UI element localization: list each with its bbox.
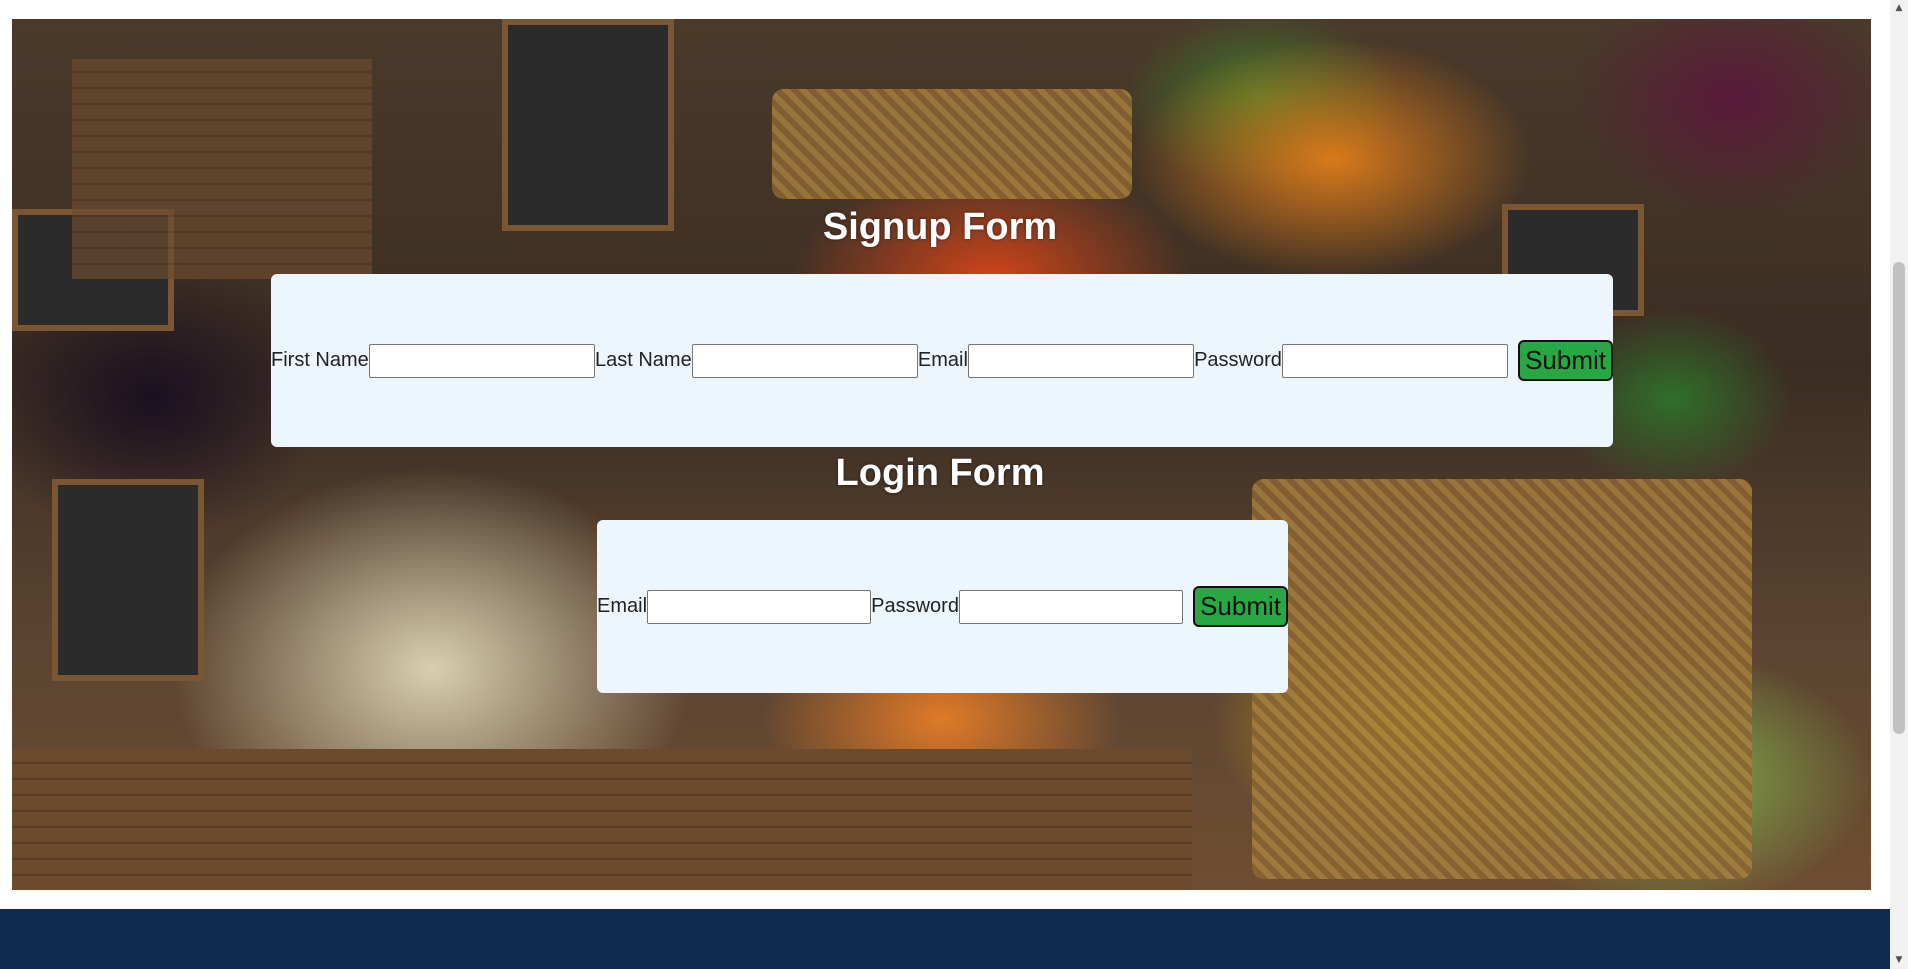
- chalkboard-sign-fresh-fruit: [502, 19, 674, 231]
- scroll-up-arrow-icon[interactable]: ▲: [1890, 0, 1908, 17]
- signup-email-label: Email: [917, 349, 968, 371]
- basket-left: [772, 89, 1132, 199]
- login-submit-button[interactable]: Submit: [1193, 586, 1288, 627]
- page: Signup Form First Name Last Name Email P…: [0, 0, 1890, 969]
- signup-form-title: Signup Form: [822, 206, 1058, 248]
- footer: [0, 909, 1890, 969]
- last-name-input[interactable]: [691, 343, 918, 378]
- last-name-label: Last Name: [594, 349, 692, 371]
- chalkboard-sign-carrots: [52, 479, 204, 681]
- first-name-input[interactable]: [368, 343, 595, 378]
- login-form: Email Password Submit: [597, 520, 1288, 693]
- signup-submit-button[interactable]: Submit: [1518, 340, 1614, 381]
- signup-password-label: Password: [1194, 349, 1282, 371]
- signup-password-input[interactable]: [1281, 343, 1509, 378]
- signup-email-input[interactable]: [967, 343, 1195, 378]
- crate-top-left: [72, 59, 372, 279]
- login-password-label: Password: [871, 595, 959, 617]
- login-email-label: Email: [597, 595, 648, 617]
- crate-left: [12, 749, 1192, 890]
- scroll-thumb[interactable]: [1893, 262, 1905, 734]
- login-form-title: Login Form: [835, 452, 1045, 494]
- basket-right: [1252, 479, 1752, 879]
- scroll-down-arrow-icon[interactable]: ▼: [1890, 952, 1908, 969]
- login-password-input[interactable]: [958, 589, 1184, 624]
- login-email-input[interactable]: [647, 589, 872, 624]
- first-name-label: First Name: [271, 349, 369, 371]
- signup-form: First Name Last Name Email Password Subm…: [271, 274, 1614, 447]
- vertical-scrollbar[interactable]: ▲ ▼: [1890, 0, 1908, 969]
